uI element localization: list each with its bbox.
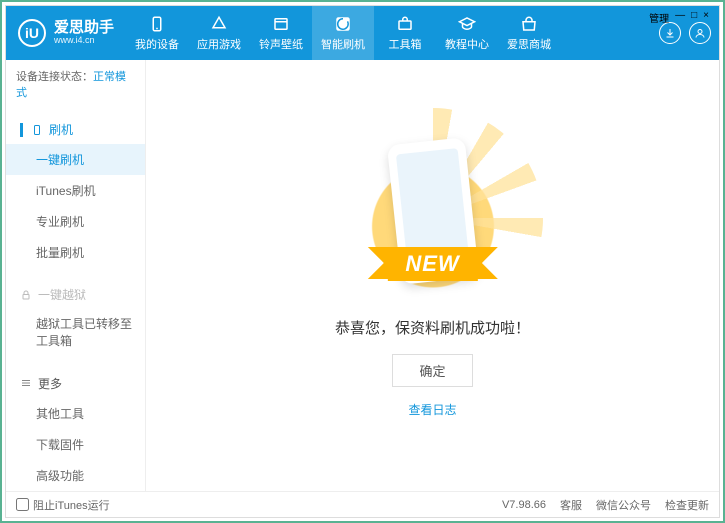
sidebar-item-itunes[interactable]: iTunes刷机 <box>6 175 145 206</box>
nav-store[interactable]: 爱思商城 <box>498 6 560 60</box>
nav-ringtones[interactable]: 铃声壁纸 <box>250 6 312 60</box>
top-nav: 我的设备 应用游戏 铃声壁纸 智能刷机 工具箱 教程中心 <box>126 6 659 60</box>
wechat-link[interactable]: 微信公众号 <box>596 497 651 513</box>
nav-label: 应用游戏 <box>197 36 241 52</box>
sidebar-item-advanced[interactable]: 高级功能 <box>6 460 145 491</box>
wallpaper-icon <box>272 15 290 33</box>
brand-name: 爱思助手 <box>54 20 114 37</box>
update-link[interactable]: 检查更新 <box>665 497 709 513</box>
sidebar-item-other[interactable]: 其他工具 <box>6 398 145 429</box>
logo-area: iU 爱思助手 www.i4.cn <box>6 19 126 47</box>
user-icon <box>694 27 706 39</box>
sidebar-item-batch[interactable]: 批量刷机 <box>6 237 145 268</box>
apps-icon <box>210 15 228 33</box>
jailbreak-note: 越狱工具已转移至 工具箱 <box>6 309 145 357</box>
maximize-button[interactable]: □ <box>691 10 697 25</box>
main-content: NEW 恭喜您，保资料刷机成功啦！ 确定 查看日志 <box>146 60 719 491</box>
nav-my-device[interactable]: 我的设备 <box>126 6 188 60</box>
active-indicator <box>20 123 23 137</box>
minimize-button[interactable]: — <box>675 10 685 25</box>
phone-icon <box>31 124 43 136</box>
group-more[interactable]: 更多 <box>6 369 145 398</box>
header: iU 爱思助手 www.i4.cn 我的设备 应用游戏 铃声壁纸 智能刷机 <box>6 6 719 60</box>
footer: 阻止iTunes运行 V7.98.66 客服 微信公众号 检查更新 <box>6 491 719 517</box>
group-title: 一键越狱 <box>38 286 86 303</box>
ok-button[interactable]: 确定 <box>392 354 472 387</box>
logo-icon: iU <box>18 19 46 47</box>
menu-icon <box>20 377 32 389</box>
brand-url: www.i4.cn <box>54 36 114 46</box>
group-title: 刷机 <box>49 121 73 138</box>
nav-label: 我的设备 <box>135 36 179 52</box>
new-ribbon: NEW <box>387 247 477 281</box>
sidebar-item-firmware[interactable]: 下载固件 <box>6 429 145 460</box>
nav-label: 智能刷机 <box>321 36 365 52</box>
toolbox-icon <box>396 15 414 33</box>
nav-label: 铃声壁纸 <box>259 36 303 52</box>
view-log-link[interactable]: 查看日志 <box>408 401 456 418</box>
nav-label: 教程中心 <box>445 36 489 52</box>
phone-icon <box>148 15 166 33</box>
nav-label: 工具箱 <box>389 36 422 52</box>
close-button[interactable]: × <box>703 10 709 25</box>
refresh-icon <box>334 15 352 33</box>
checkbox-label: 阻止iTunes运行 <box>33 497 110 513</box>
graduation-icon <box>458 15 476 33</box>
group-jailbreak: 一键越狱 <box>6 280 145 309</box>
nav-flash[interactable]: 智能刷机 <box>312 6 374 60</box>
user-button[interactable] <box>689 22 711 44</box>
sidebar: 设备连接状态：正常模式 刷机 一键刷机 iTunes刷机 专业刷机 批量刷机 一… <box>6 60 146 491</box>
store-icon <box>520 15 538 33</box>
window-controls: 管理 — □ × <box>649 10 709 25</box>
sidebar-item-oneclick[interactable]: 一键刷机 <box>6 144 145 175</box>
version-text: V7.98.66 <box>502 499 546 511</box>
service-link[interactable]: 客服 <box>560 497 582 513</box>
lock-icon <box>20 289 32 301</box>
nav-apps[interactable]: 应用游戏 <box>188 6 250 60</box>
connection-status: 设备连接状态：正常模式 <box>6 60 145 109</box>
manage-link[interactable]: 管理 <box>649 10 669 25</box>
group-flash[interactable]: 刷机 <box>6 115 145 144</box>
download-icon <box>664 27 676 39</box>
sidebar-item-pro[interactable]: 专业刷机 <box>6 206 145 237</box>
download-button[interactable] <box>659 22 681 44</box>
nav-label: 爱思商城 <box>507 36 551 52</box>
block-itunes-checkbox[interactable]: 阻止iTunes运行 <box>16 497 110 513</box>
status-label: 设备连接状态： <box>16 71 93 83</box>
nav-toolbox[interactable]: 工具箱 <box>374 6 436 60</box>
nav-tutorials[interactable]: 教程中心 <box>436 6 498 60</box>
group-title: 更多 <box>38 375 62 392</box>
success-illustration: NEW <box>333 133 533 303</box>
